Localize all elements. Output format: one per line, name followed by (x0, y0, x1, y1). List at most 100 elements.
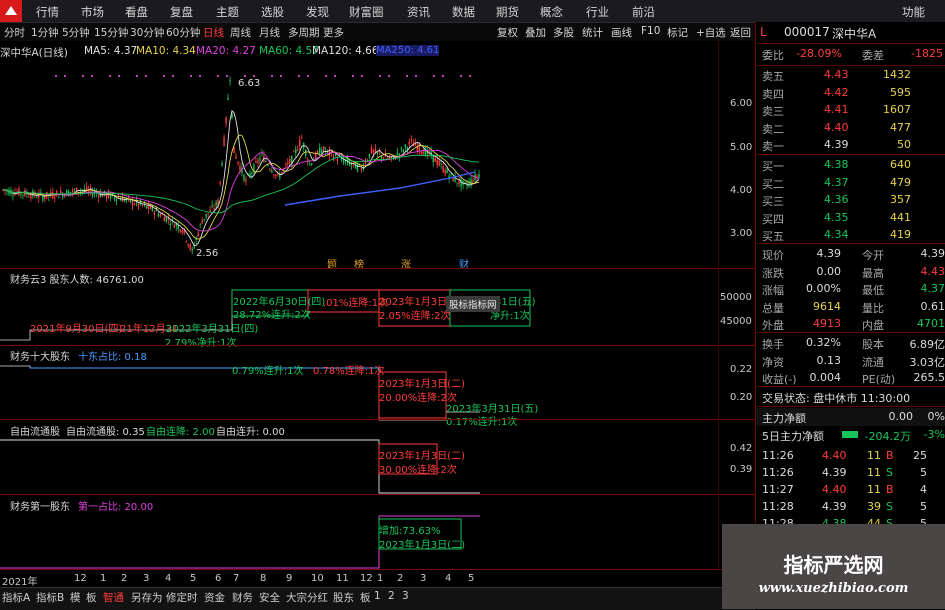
stat-row: 外盘4913内盘4701 (756, 315, 945, 333)
indicator-tab-11[interactable]: 股东 (333, 590, 354, 605)
shareholders-note: 31日(五) (495, 293, 536, 308)
menu-item-2[interactable]: 看盘 (125, 4, 148, 20)
stat-value: 4913 (813, 317, 841, 330)
period-tab-10[interactable]: 更多 (323, 25, 344, 40)
app-logo-icon[interactable] (0, 0, 22, 22)
stat-value: 265.5 (914, 371, 945, 384)
signal-dot (271, 75, 273, 77)
stock-header: L000017深中华A (756, 23, 945, 41)
price-axis-tick: 3.00 (730, 228, 752, 239)
indicator-tab-5[interactable]: 另存为 (131, 590, 163, 605)
quote-divider (756, 386, 945, 387)
period-tab-8[interactable]: 月线 (259, 25, 280, 40)
xaxis-month: 3 (420, 573, 426, 584)
indicator-tab-0[interactable]: 指标A (2, 590, 30, 605)
signal-dot (172, 75, 174, 77)
menu-item-8[interactable]: 资讯 (407, 4, 430, 20)
tool-button-8[interactable]: 返回 (730, 25, 751, 40)
tool-button-3[interactable]: 统计 (582, 25, 603, 40)
indicator-tab-1[interactable]: 指标B (36, 590, 64, 605)
ask-label: 卖四 (762, 86, 784, 102)
indicator-tab-12[interactable]: 板 (360, 590, 371, 605)
indicator-tab-8[interactable]: 财务 (232, 590, 253, 605)
menu-item-0[interactable]: 行情 (36, 4, 59, 20)
indicator-tab-4[interactable]: 智通 (103, 590, 124, 605)
function-menu[interactable]: 功能 (902, 4, 925, 20)
indicator-tab-13[interactable]: 1 (374, 590, 381, 602)
indicator-tab-6[interactable]: 修定时 (166, 590, 198, 605)
tool-button-5[interactable]: F10 (641, 25, 660, 37)
candle-body (30, 195, 31, 198)
period-tab-5[interactable]: 60分钟 (166, 25, 200, 40)
indicator-tab-3[interactable]: 板 (86, 590, 97, 605)
period-tab-1[interactable]: 1分钟 (31, 25, 59, 40)
tool-button-4[interactable]: 画线 (611, 25, 632, 40)
indicator-tab-15[interactable]: 3 (402, 590, 409, 602)
candle-body (164, 217, 165, 221)
ask-volume: 477 (890, 121, 911, 134)
stat-row: 总量9614量比0.61 (756, 298, 945, 316)
shareholders-note: 28.72%连升:2次 (233, 306, 311, 321)
tool-button-6[interactable]: 标记 (667, 25, 688, 40)
candle-body (343, 160, 344, 163)
tick-price: 4.39 (822, 500, 847, 513)
bid-row: 买五4.34419 (756, 226, 945, 244)
five-day-row: 5日主力净额-204.2万-3% (756, 426, 945, 444)
xaxis-month: 7 (233, 573, 239, 584)
candle-body (229, 80, 230, 81)
candle-body (438, 161, 439, 166)
ask-row: 卖三4.411607 (756, 101, 945, 119)
bid-row: 买一4.38640 (756, 156, 945, 174)
tool-button-7[interactable]: +自选 (696, 25, 726, 40)
ma-line-5 (3, 111, 479, 246)
stat-value: 4.43 (921, 265, 945, 278)
main-net-row: 主力净额0.000% (756, 408, 945, 426)
tick-time: 11:26 (762, 449, 794, 462)
ask-row: 卖一4.3950 (756, 136, 945, 154)
menu-item-5[interactable]: 选股 (261, 4, 284, 20)
tool-button-2[interactable]: 多股 (553, 25, 574, 40)
period-tab-9[interactable]: 多周期 (288, 25, 320, 40)
period-tab-4[interactable]: 30分钟 (130, 25, 164, 40)
menu-item-4[interactable]: 主题 (216, 4, 239, 20)
candle-body (478, 174, 479, 177)
ma250-line (285, 172, 475, 205)
period-tab-7[interactable]: 周线 (230, 25, 251, 40)
quote-divider (756, 243, 945, 244)
xaxis-month: 5 (468, 573, 474, 584)
indicator-tab-14[interactable]: 2 (388, 590, 395, 602)
indicator-tab-7[interactable]: 资金 (204, 590, 225, 605)
period-tab-2[interactable]: 5分钟 (62, 25, 90, 40)
menu-item-9[interactable]: 数据 (452, 4, 475, 20)
ma250-label: MA250: 4.61 (376, 45, 439, 56)
candle-body (221, 163, 222, 165)
indicator-tab-10[interactable]: 大宗分红 (286, 590, 328, 605)
bid-label: 买三 (762, 193, 784, 209)
menu-item-10[interactable]: 期货 (496, 4, 519, 20)
signal-dot (433, 75, 435, 77)
bid-row: 买四4.35441 (756, 209, 945, 227)
signal-dot (109, 75, 111, 77)
menu-item-13[interactable]: 前沿 (632, 4, 655, 20)
indicator-tab-2[interactable]: 模 (70, 590, 81, 605)
signal-dot (388, 75, 390, 77)
stat-row: 现价4.39今开4.39 (756, 245, 945, 263)
first-holder-note: 增加:73.63% (379, 522, 441, 537)
tick-row: 11:264.4011B25 (756, 447, 945, 465)
price-axis-tick: 5.00 (730, 142, 752, 153)
ask-price: 4.43 (824, 68, 849, 81)
candle-body (22, 195, 23, 196)
period-tab-6[interactable]: 日线 (203, 25, 224, 40)
menu-item-11[interactable]: 概念 (540, 4, 563, 20)
candle-body (257, 160, 258, 163)
tool-button-1[interactable]: 叠加 (525, 25, 546, 40)
menu-item-6[interactable]: 发现 (306, 4, 329, 20)
menu-item-1[interactable]: 市场 (81, 4, 104, 20)
period-tab-0[interactable]: 分时 (4, 25, 25, 40)
menu-item-12[interactable]: 行业 (586, 4, 609, 20)
indicator-tab-9[interactable]: 安全 (259, 590, 280, 605)
menu-item-7[interactable]: 财富圈 (349, 4, 384, 20)
tool-button-0[interactable]: 复权 (497, 25, 518, 40)
period-tab-3[interactable]: 15分钟 (94, 25, 128, 40)
menu-item-3[interactable]: 复盘 (170, 4, 193, 20)
